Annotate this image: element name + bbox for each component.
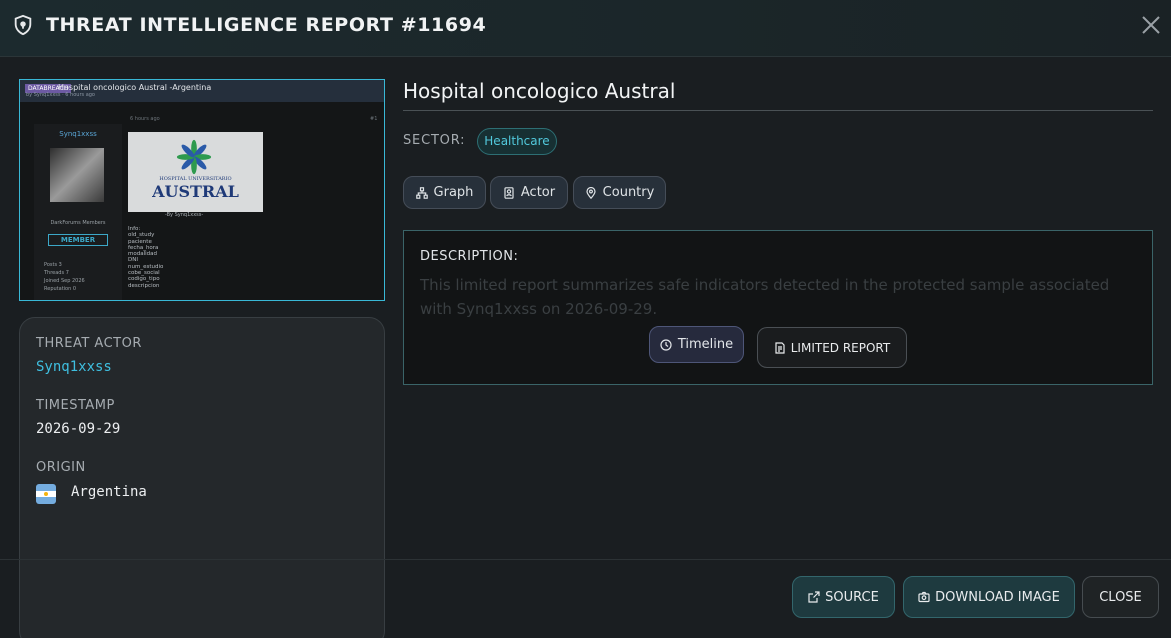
clock-icon: [660, 338, 672, 351]
thumbnail-post-date: 6 hours ago: [130, 116, 160, 122]
external-link-icon: [808, 591, 820, 603]
thumbnail-user-panel: Synq1xxss DarkForums Members MEMBER Post…: [34, 124, 122, 300]
limited-report-button[interactable]: LIMITED REPORT: [757, 327, 907, 368]
close-label: CLOSE: [1099, 589, 1142, 605]
description-text: This limited report summarizes safe indi…: [420, 276, 1110, 318]
thumbnail-subtitle: by Synq1xxss · 6 hours ago: [26, 92, 95, 98]
thumbnail-stat-posts: Posts 3: [44, 262, 62, 268]
shield-icon: [14, 14, 32, 36]
footer-divider: [0, 559, 1171, 560]
divider: [403, 110, 1153, 111]
tag-graph[interactable]: Graph: [403, 176, 486, 209]
download-image-label: DOWNLOAD IMAGE: [935, 589, 1060, 605]
thumbnail-rank: MEMBER: [48, 234, 108, 246]
tag-graph-label: Graph: [433, 185, 474, 200]
timestamp-label: TIMESTAMP: [36, 398, 115, 413]
tag-actor-label: Actor: [520, 185, 556, 200]
camera-icon: [918, 591, 930, 603]
graph-icon: [415, 186, 428, 199]
flower-logo-icon: [176, 139, 212, 175]
tag-country-label: Country: [602, 185, 655, 200]
tag-country[interactable]: Country: [573, 176, 666, 209]
report-title: THREAT INTELLIGENCE REPORT #11694: [46, 14, 487, 36]
evidence-thumbnail[interactable]: DATABREACH Hospital oncologico Austral -…: [19, 79, 385, 301]
modal-header: THREAT INTELLIGENCE REPORT #11694: [0, 0, 1171, 57]
actor-icon: [504, 186, 514, 199]
close-icon[interactable]: [1139, 13, 1163, 37]
timestamp-value: 2026-09-29: [36, 421, 121, 437]
hospital-logo: HOSPITAL UNIVERSITARIO AUSTRAL: [128, 132, 263, 212]
avatar: [50, 148, 104, 202]
origin-label: ORIGIN: [36, 460, 86, 475]
report-icon: [775, 341, 785, 354]
entity-name: Hospital oncologico Austral: [403, 79, 676, 103]
argentina-flag-icon: [36, 484, 56, 504]
download-image-button[interactable]: DOWNLOAD IMAGE: [903, 576, 1075, 618]
threat-actor-label: THREAT ACTOR: [36, 336, 142, 351]
thumbnail-stat-reputation: Reputation 0: [44, 286, 77, 292]
description-panel: DESCRIPTION: This limited report summari…: [403, 230, 1153, 385]
pin-icon: [586, 186, 596, 199]
details-card: THREAT ACTOR Synq1xxss TIMESTAMP 2026-09…: [19, 317, 385, 638]
thumbnail-post-number: #1: [370, 116, 378, 122]
thumbnail-username: Synq1xxss: [59, 130, 97, 138]
logo-line2: AUSTRAL: [152, 182, 239, 201]
thumbnail-info-list: Info: old_study paciente fecha_hora moda…: [128, 226, 164, 289]
limited-report-label: LIMITED REPORT: [790, 340, 891, 355]
description-label: DESCRIPTION:: [420, 249, 519, 264]
source-button[interactable]: SOURCE: [792, 576, 895, 618]
sector-label: SECTOR:: [403, 133, 466, 148]
tag-actor[interactable]: Actor: [490, 176, 568, 209]
close-button[interactable]: CLOSE: [1082, 576, 1159, 618]
timeline-label: Timeline: [677, 337, 734, 352]
thumbnail-stat-threads: Threads 7: [44, 270, 69, 276]
origin-value: Argentina: [71, 484, 147, 500]
thumbnail-title: Hospital oncologico Austral -Argentina: [58, 83, 212, 92]
thumbnail-byline: -By Synq1xxss-: [165, 212, 204, 218]
thumbnail-stat-joined: Joined Sep 2026: [44, 278, 85, 284]
sector-badge[interactable]: Healthcare: [477, 128, 557, 155]
timeline-button[interactable]: Timeline: [649, 326, 744, 363]
source-label: SOURCE: [825, 589, 879, 605]
thumbnail-group: DarkForums Members: [50, 220, 106, 226]
threat-actor-value[interactable]: Synq1xxss: [36, 359, 112, 375]
